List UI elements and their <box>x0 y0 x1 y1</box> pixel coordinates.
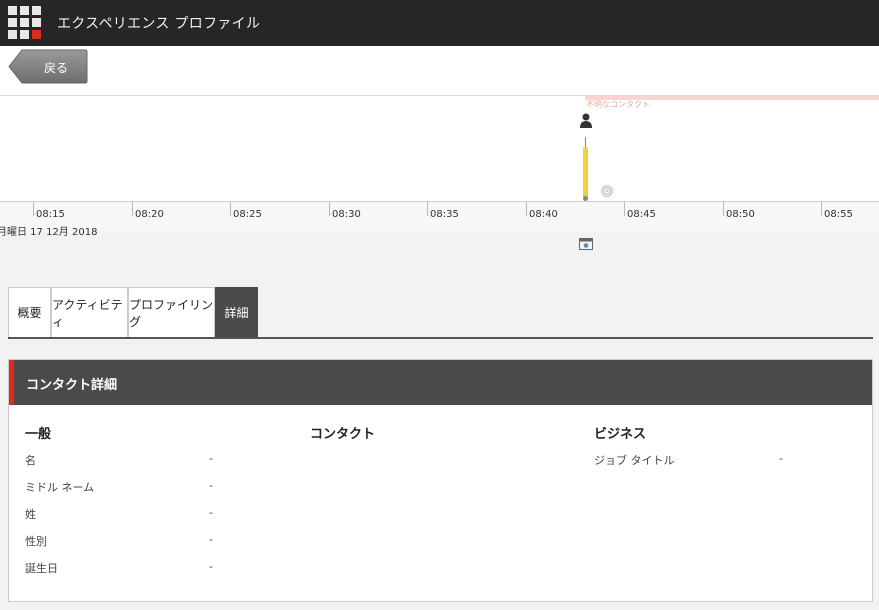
goal-target-icon[interactable] <box>601 185 613 197</box>
axis-time-label: 08:40 <box>529 209 558 220</box>
axis-tick <box>132 202 133 216</box>
field-label-birthday: 誕生日 <box>25 562 58 575</box>
axis-time-label: 08:25 <box>233 209 262 220</box>
axis-time-label: 08:55 <box>824 209 853 220</box>
time-axis: 08:15 08:20 08:25 08:30 08:35 08:40 08:4… <box>0 201 879 238</box>
axis-tick <box>526 202 527 216</box>
axis-time-label: 08:30 <box>332 209 361 220</box>
business-heading: ビジネス <box>594 427 647 442</box>
contact-details-panel: コンタクト詳細 一般 コンタクト ビジネス 名 - ミドル ネーム - 姓 - … <box>8 359 873 602</box>
app-launcher-icon[interactable] <box>8 6 41 39</box>
unknown-contact-label: 不明なコンタクト <box>586 100 650 109</box>
timeline-chart: 不明なコンタクト <box>0 96 879 201</box>
axis-time-label: 08:35 <box>430 209 459 220</box>
field-label-job-title: ジョブ タイトル <box>594 454 675 467</box>
interaction-stem <box>585 137 586 147</box>
back-button[interactable]: 戻る <box>8 49 88 84</box>
field-label-first-name: 名 <box>25 454 36 467</box>
back-button-label: 戻る <box>44 61 69 75</box>
field-label-gender: 性別 <box>25 535 47 548</box>
interaction-bar[interactable] <box>583 147 588 199</box>
tab-activity[interactable]: アクティビティ <box>51 287 128 337</box>
field-value-birthday: - <box>209 560 213 573</box>
panel-header: コンタクト詳細 <box>9 360 872 405</box>
tab-overview[interactable]: 概要 <box>8 287 51 337</box>
contact-heading: コンタクト <box>310 427 376 442</box>
axis-tick <box>427 202 428 216</box>
axis-tick <box>33 202 34 216</box>
timeline-date: 月曜日 17 12月 2018 <box>0 227 98 238</box>
axis-time-label: 08:45 <box>627 209 656 220</box>
axis-tick <box>821 202 822 216</box>
field-value-gender: - <box>209 533 213 546</box>
field-label-last-name: 姓 <box>25 508 36 521</box>
axis-time-label: 08:15 <box>36 209 65 220</box>
tab-profiling[interactable]: プロファイリング <box>128 287 215 337</box>
axis-time-label: 08:50 <box>726 209 755 220</box>
axis-tick <box>723 202 724 216</box>
profile-tabs: 概要 アクティビティ プロファイリング 詳細 <box>8 287 873 339</box>
field-value-last-name: - <box>209 506 213 519</box>
axis-tick <box>230 202 231 216</box>
field-label-middle-name: ミドル ネーム <box>25 481 95 494</box>
axis-tick <box>329 202 330 216</box>
axis-time-label: 08:20 <box>135 209 164 220</box>
panel-title: コンタクト詳細 <box>26 378 118 393</box>
app-title: エクスペリエンス プロファイル <box>57 16 261 32</box>
person-icon[interactable] <box>580 113 592 128</box>
general-heading: 一般 <box>25 427 52 442</box>
field-value-job-title: - <box>779 452 783 465</box>
back-toolbar: 戻る <box>0 46 879 96</box>
axis-tick <box>624 202 625 216</box>
tab-details[interactable]: 詳細 <box>215 287 258 337</box>
visit-calendar-icon[interactable] <box>579 238 593 250</box>
field-value-middle-name: - <box>209 479 213 492</box>
field-value-first-name: - <box>209 452 213 465</box>
app-header: エクスペリエンス プロファイル <box>0 0 879 46</box>
